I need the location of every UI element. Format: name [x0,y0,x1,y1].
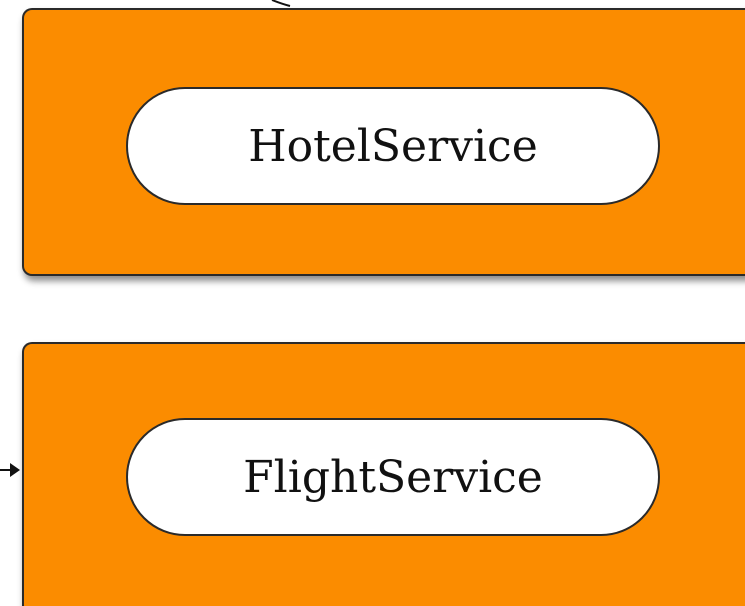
hotel-service-node: HotelService [126,87,660,205]
flight-service-node: FlightService [126,418,660,536]
flight-service-box: FlightService [22,342,745,606]
top-connector-line [271,0,291,7]
hotel-service-box: HotelService [22,8,745,276]
diagram-canvas: HotelService FlightService [0,0,745,606]
left-arrowhead [10,463,20,477]
